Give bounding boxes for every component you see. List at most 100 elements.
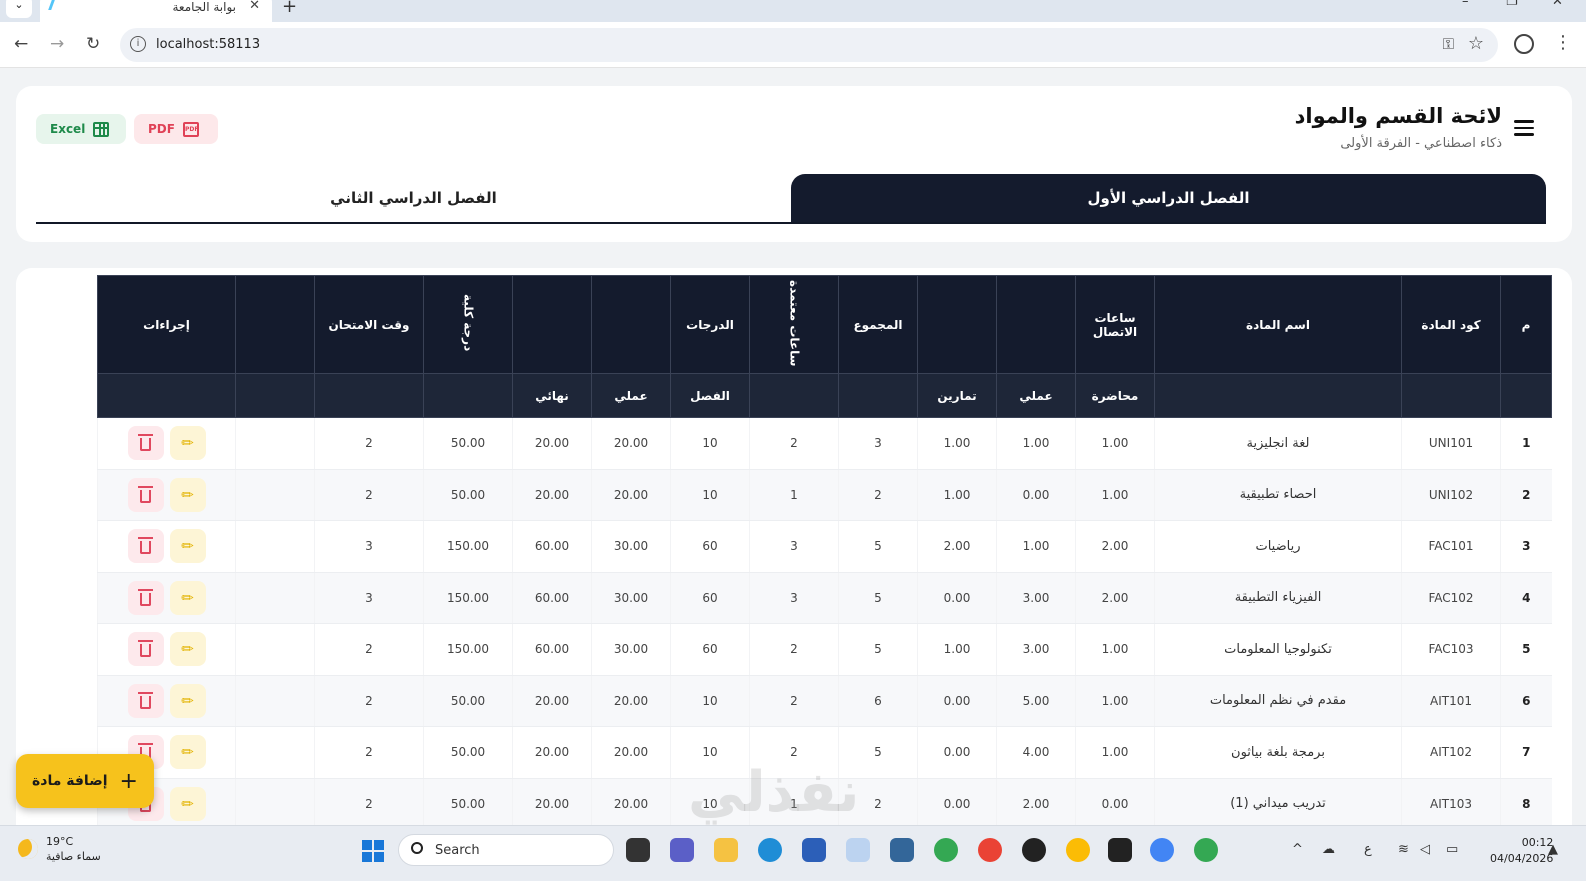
cell-n: 7 [1500, 726, 1552, 779]
cell-grade: 50.00 [423, 675, 513, 727]
chrome-app-icon-3[interactable] [1066, 838, 1090, 862]
clock-time: 00:12 [1521, 836, 1554, 849]
windows-start-icon[interactable] [362, 840, 384, 862]
cell-gprac: 20.00 [591, 726, 671, 779]
notification-bell-icon[interactable]: ▲ [1548, 842, 1558, 857]
cell-n: 3 [1500, 520, 1552, 573]
page-subtitle: ذكاء اصطناعي - الفرقة الأولى [1340, 136, 1502, 151]
app-icon[interactable] [846, 838, 870, 862]
edit-button[interactable]: ✏ [169, 580, 206, 615]
cell-credit: 3 [749, 572, 839, 624]
header-exam-time: وقت الامتحان [314, 275, 424, 374]
terminal-app-icon[interactable] [1108, 838, 1132, 862]
minimize-button[interactable]: – [1462, 0, 1469, 9]
file-explorer-icon[interactable] [714, 838, 738, 862]
cell-gprac: 20.00 [591, 675, 671, 727]
pencil-icon: ✏ [181, 743, 194, 762]
flutter-favicon-icon [48, 0, 62, 10]
cell-final: 20.00 [512, 417, 592, 470]
hamburger-menu-icon[interactable] [1514, 120, 1534, 136]
row-actions: ✏ [97, 469, 236, 521]
profile-icon[interactable] [1514, 34, 1534, 54]
bookmark-star-icon[interactable]: ☆ [1468, 33, 1484, 54]
edit-button[interactable]: ✏ [169, 735, 206, 770]
taskview-app-icon[interactable] [626, 838, 650, 862]
cell-name: الفيزياء التطبيقة [1154, 572, 1402, 624]
battery-icon[interactable]: ▭ [1446, 842, 1458, 857]
header-grades-practical-top [591, 275, 671, 374]
pencil-icon: ✏ [181, 434, 194, 453]
tab-search-button[interactable]: ⌄ [6, 0, 32, 18]
onedrive-icon[interactable]: ☁ [1322, 842, 1335, 857]
password-key-icon[interactable]: ⚿ [1443, 35, 1454, 53]
teams-app-icon[interactable] [670, 838, 694, 862]
header-index: م [1500, 275, 1552, 374]
media-player-icon[interactable] [1022, 838, 1046, 862]
edit-button[interactable]: ✏ [169, 683, 206, 718]
edit-button[interactable]: ✏ [169, 632, 206, 667]
delete-button[interactable] [127, 477, 164, 512]
cell-sem: 60 [670, 623, 750, 676]
edit-button[interactable]: ✏ [169, 477, 206, 512]
browser-menu-icon[interactable]: ⋮ [1554, 32, 1572, 53]
cell-final: 20.00 [512, 778, 592, 828]
tab-close-icon[interactable]: ✕ [249, 0, 260, 13]
back-button[interactable]: ← [14, 34, 28, 54]
tab-second-semester[interactable]: الفصل الدراسي الثاني [36, 174, 791, 222]
forward-button[interactable]: → [50, 34, 64, 54]
cell-sem: 10 [670, 675, 750, 727]
cell-gprac: 30.00 [591, 623, 671, 676]
tab-first-semester[interactable]: الفصل الدراسي الأول [791, 174, 1546, 222]
weather-desc: سماء صافية [46, 850, 101, 863]
delete-button[interactable] [127, 632, 164, 667]
edit-button[interactable]: ✏ [169, 786, 206, 821]
tray-chevron-icon[interactable]: ^ [1292, 842, 1303, 857]
cell-lec: 2.00 [1075, 572, 1155, 624]
delete-button[interactable] [127, 426, 164, 461]
volume-icon[interactable]: ◁ [1420, 842, 1430, 857]
maximize-button[interactable]: ❐ [1506, 0, 1518, 9]
cell-sem: 60 [670, 520, 750, 573]
delete-button[interactable] [127, 580, 164, 615]
export-excel-button[interactable]: Excel [36, 114, 126, 144]
chrome-profile-icon[interactable] [1194, 838, 1218, 862]
wifi-icon[interactable]: ≋ [1398, 842, 1409, 857]
trash-icon [138, 537, 153, 555]
add-subject-button[interactable]: + إضافة مادة [16, 754, 154, 808]
language-indicator[interactable]: ع [1364, 842, 1372, 857]
clock[interactable]: 00:12 04/04/2026 [1490, 835, 1553, 867]
cell-empty [235, 778, 315, 828]
postgres-app-icon[interactable] [890, 838, 914, 862]
sub-empty [97, 373, 236, 418]
header-card: لائحة القسم والمواد ذكاء اصطناعي - الفرق… [16, 86, 1572, 242]
header-grades-final-top [512, 275, 592, 374]
delete-button[interactable] [127, 683, 164, 718]
cell-exam: 3 [314, 572, 424, 624]
store-app-icon[interactable] [802, 838, 826, 862]
pencil-icon: ✏ [181, 640, 194, 659]
cell-ex: 0.00 [917, 572, 997, 624]
header-empty [235, 275, 315, 374]
site-info-icon[interactable]: i [130, 36, 146, 52]
header-contact-exercises-top [917, 275, 997, 374]
weather-widget[interactable]: 19°C سماء صافية [18, 834, 101, 864]
cell-gprac: 20.00 [591, 778, 671, 828]
chrome-app-icon[interactable] [934, 838, 958, 862]
chrome-active-icon[interactable] [1150, 838, 1174, 862]
taskbar-search[interactable]: Search [398, 834, 614, 866]
window-close-button[interactable]: ✕ [1552, 0, 1563, 9]
cell-exam: 3 [314, 520, 424, 573]
reload-button[interactable]: ↻ [86, 34, 100, 54]
browser-tab[interactable]: بوابة الجامعة ✕ [40, 0, 272, 22]
edit-button[interactable]: ✏ [169, 426, 206, 461]
subjects-table-card: إجراءات وقت الامتحان درجة كلية الدرجات س… [16, 268, 1572, 828]
new-tab-button[interactable]: + [282, 0, 297, 17]
edge-app-icon[interactable] [758, 838, 782, 862]
cell-code: UNI102 [1401, 469, 1501, 521]
edit-button[interactable]: ✏ [169, 529, 206, 564]
delete-button[interactable] [127, 529, 164, 564]
cell-code: AIT101 [1401, 675, 1501, 727]
export-pdf-button[interactable]: PDF PDF [134, 114, 218, 144]
url-field[interactable]: i localhost:58113 ⚿ ☆ [120, 28, 1498, 62]
chrome-app-icon-2[interactable] [978, 838, 1002, 862]
